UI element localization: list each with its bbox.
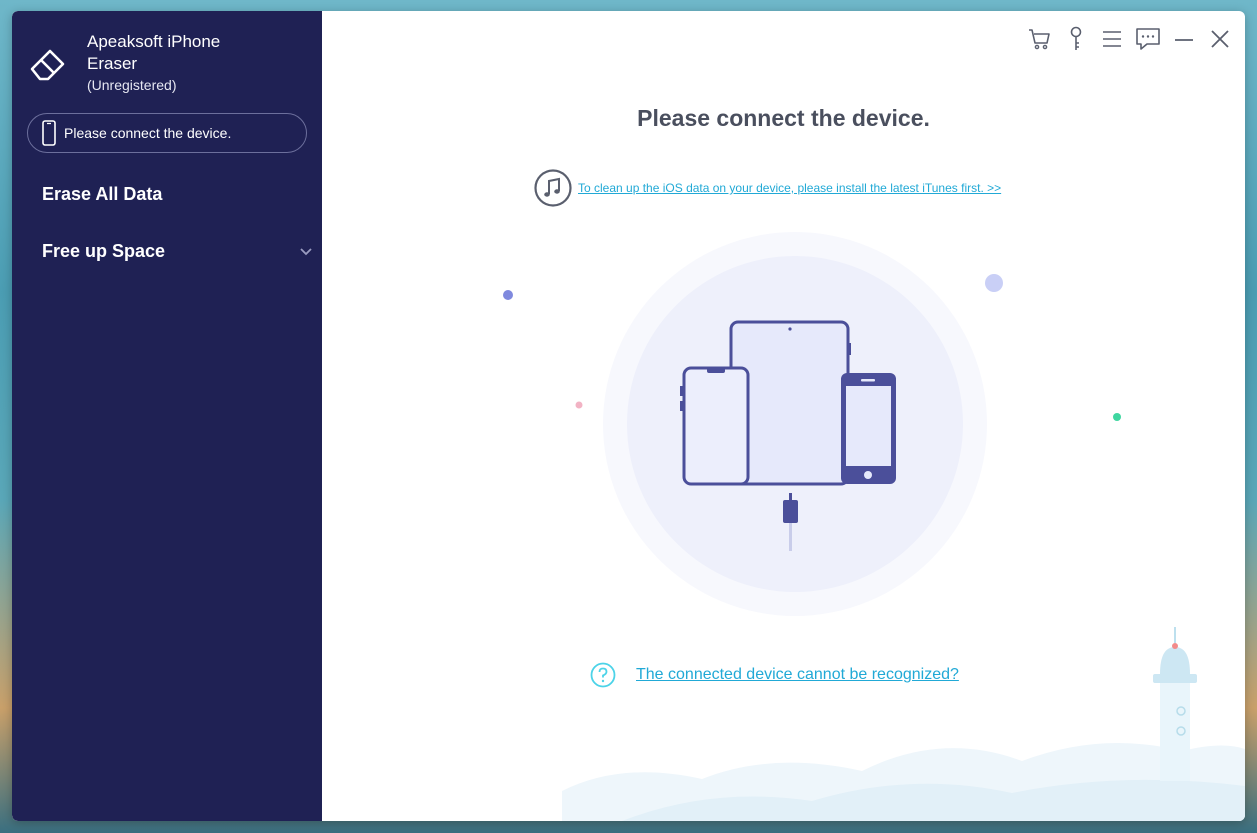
sidebar-item-erase-all-data[interactable]: Erase All Data: [42, 184, 162, 205]
minimize-icon: [1175, 39, 1193, 41]
iphone-icon: [841, 373, 896, 484]
phone-icon: [42, 120, 56, 146]
connect-device-illustration: [503, 232, 1121, 616]
install-itunes-link[interactable]: To clean up the iOS data on your device,…: [578, 181, 1001, 195]
lighthouse-decoration: [562, 627, 1245, 821]
minimize-button[interactable]: [1169, 25, 1199, 53]
music-note-icon: [534, 169, 572, 207]
sidebar: Apeaksoft iPhone Eraser (Unregistered) P…: [12, 11, 322, 821]
toolbar: [1019, 25, 1235, 53]
app-window: Apeaksoft iPhone Eraser (Unregistered) P…: [12, 11, 1245, 821]
help-notice: The connected device cannot be recognize…: [590, 662, 959, 688]
menu-button[interactable]: [1097, 25, 1127, 53]
sidebar-item-free-up-space[interactable]: Free up Space: [42, 241, 312, 262]
question-circle-icon: [590, 662, 616, 688]
eraser-logo-icon: [30, 49, 65, 81]
chevron-down-icon: [300, 247, 312, 255]
sidebar-item-label: Free up Space: [42, 241, 166, 261]
device-status-pill[interactable]: Please connect the device.: [27, 113, 307, 153]
close-icon: [1211, 30, 1229, 48]
registration-status: (Unregistered): [87, 77, 177, 93]
close-button[interactable]: [1205, 25, 1235, 53]
sidebar-item-label: Erase All Data: [42, 184, 163, 204]
menu-icon: [1103, 31, 1121, 47]
cart-icon: [1029, 29, 1050, 50]
brand: Apeaksoft iPhone Eraser (Unregistered): [28, 31, 237, 95]
cart-button[interactable]: [1025, 25, 1055, 53]
app-name: Apeaksoft iPhone Eraser: [87, 32, 221, 73]
feedback-button[interactable]: [1133, 25, 1163, 53]
device-status-text: Please connect the device.: [64, 125, 232, 141]
register-button[interactable]: [1061, 25, 1091, 53]
main-panel: Please connect the device. To clean up t…: [322, 11, 1245, 821]
feedback-icon: [1136, 28, 1160, 50]
key-icon: [1070, 26, 1082, 50]
page-title: Please connect the device.: [637, 105, 930, 131]
itunes-notice: To clean up the iOS data on your device,…: [534, 169, 1001, 207]
device-not-recognized-link[interactable]: The connected device cannot be recognize…: [636, 666, 959, 684]
smartphone-icon: [680, 366, 750, 486]
